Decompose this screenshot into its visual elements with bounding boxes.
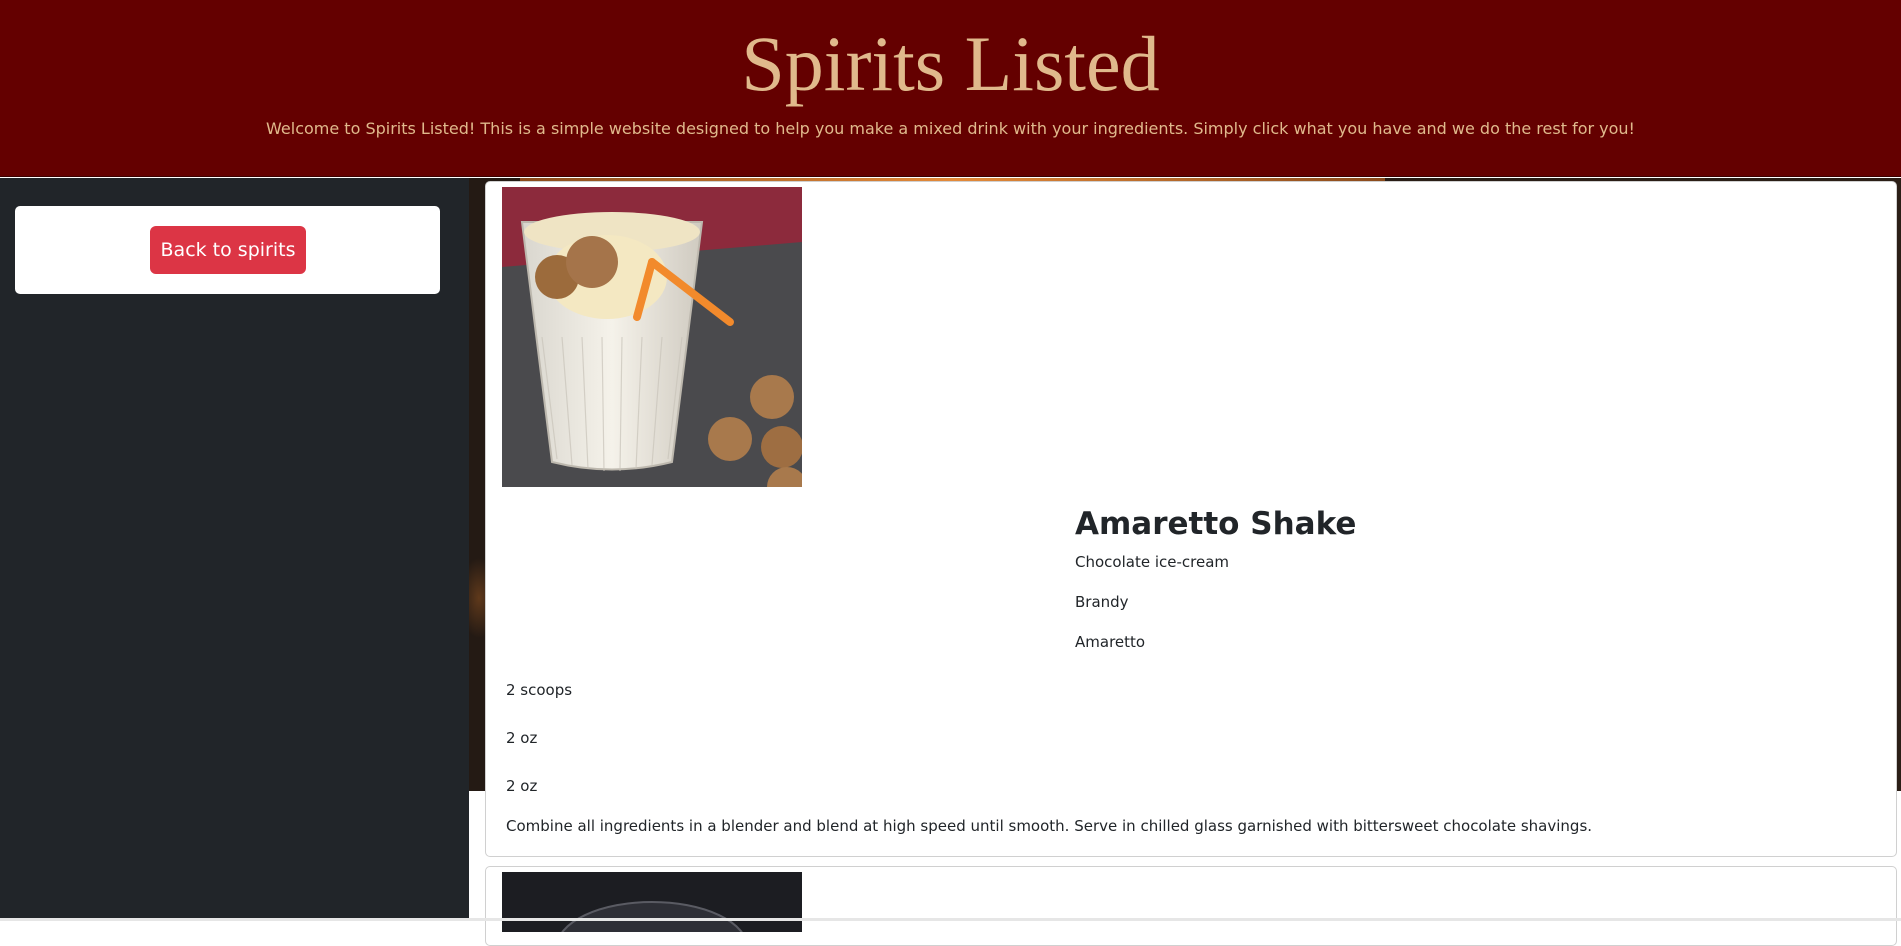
measure-item: 2 scoops [506, 681, 573, 699]
site-title: Spirits Listed [741, 20, 1160, 107]
site-header: Spirits Listed Welcome to Spirits Listed… [0, 0, 1901, 177]
sidebar-card: Back to spirits [15, 206, 440, 294]
back-to-spirits-button[interactable]: Back to spirits [150, 226, 306, 274]
measure-item: 2 oz [506, 777, 538, 795]
recipe-card [485, 866, 1897, 946]
recipe-card: Amaretto Shake Chocolate ice-cream Brand… [485, 181, 1897, 857]
drink-instructions: Combine all ingredients in a blender and… [506, 817, 1593, 835]
measure-item: 2 oz [506, 729, 538, 747]
dark-drink-photo [502, 872, 802, 932]
drink-name: Amaretto Shake [1075, 506, 1357, 542]
ingredient-item: Chocolate ice-cream [1075, 553, 1229, 571]
ingredient-item: Amaretto [1075, 633, 1146, 651]
site-subtitle: Welcome to Spirits Listed! This is a sim… [266, 119, 1635, 138]
ingredient-item: Brandy [1075, 593, 1129, 611]
sidebar: Back to spirits [0, 178, 469, 921]
amaretto-shake-photo [502, 187, 802, 487]
